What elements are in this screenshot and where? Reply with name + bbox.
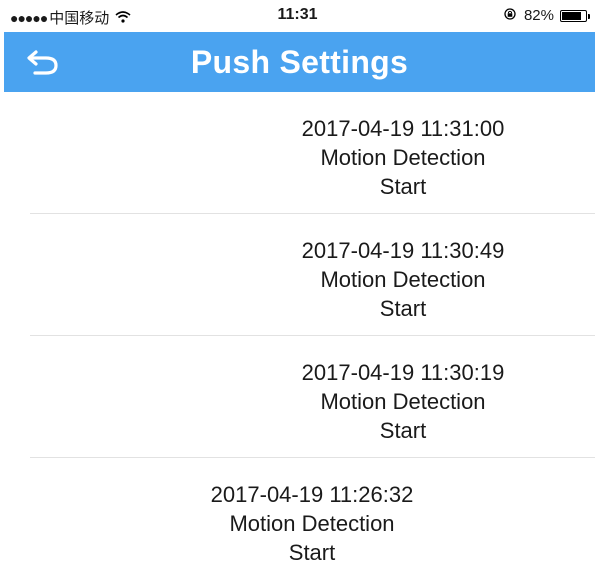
event-status: Start	[379, 296, 427, 321]
list-item[interactable]: 2017-04-19 11:30:19 Motion Detection Sta…	[0, 336, 595, 458]
event-type: Motion Detection	[320, 389, 486, 414]
event-text: 2017-04-19 11:30:19 Motion Detection Sta…	[283, 358, 523, 445]
rotation-lock-icon	[504, 8, 516, 23]
event-type: Motion Detection	[320, 145, 486, 170]
list-item[interactable]: 2017-04-19 11:30:49 Motion Detection Sta…	[0, 214, 595, 336]
battery-percent: 82%	[523, 7, 554, 24]
list-item[interactable]: 2017-04-19 11:31:00 Motion Detection Sta…	[0, 92, 595, 214]
status-bar: ●●●●● 中国移动 11:31 82%	[0, 0, 595, 32]
battery-level-fill	[562, 11, 581, 20]
battery-icon	[560, 9, 590, 22]
event-type: Motion Detection	[229, 511, 395, 536]
list-item[interactable]: 2017-04-19 11:26:32 Motion Detection Sta…	[0, 458, 595, 564]
page-title: Push Settings	[190, 44, 409, 80]
event-datetime: 2017-04-19 11:31:00	[301, 116, 505, 141]
event-text: 2017-04-19 11:26:32 Motion Detection Sta…	[192, 480, 432, 564]
event-text: 2017-04-19 11:30:49 Motion Detection Sta…	[283, 236, 523, 323]
push-event-list: 2017-04-19 11:31:00 Motion Detection Sta…	[0, 92, 595, 564]
event-datetime: 2017-04-19 11:26:32	[210, 482, 414, 507]
event-status: Start	[379, 174, 427, 199]
event-text: 2017-04-19 11:31:00 Motion Detection Sta…	[283, 114, 523, 201]
event-type: Motion Detection	[320, 267, 486, 292]
event-status: Start	[288, 540, 336, 564]
event-datetime: 2017-04-19 11:30:49	[301, 238, 505, 263]
event-datetime: 2017-04-19 11:30:19	[301, 360, 505, 385]
event-status: Start	[379, 418, 427, 443]
status-right: 82%	[504, 7, 590, 24]
navigation-bar: Push Settings	[4, 32, 595, 92]
